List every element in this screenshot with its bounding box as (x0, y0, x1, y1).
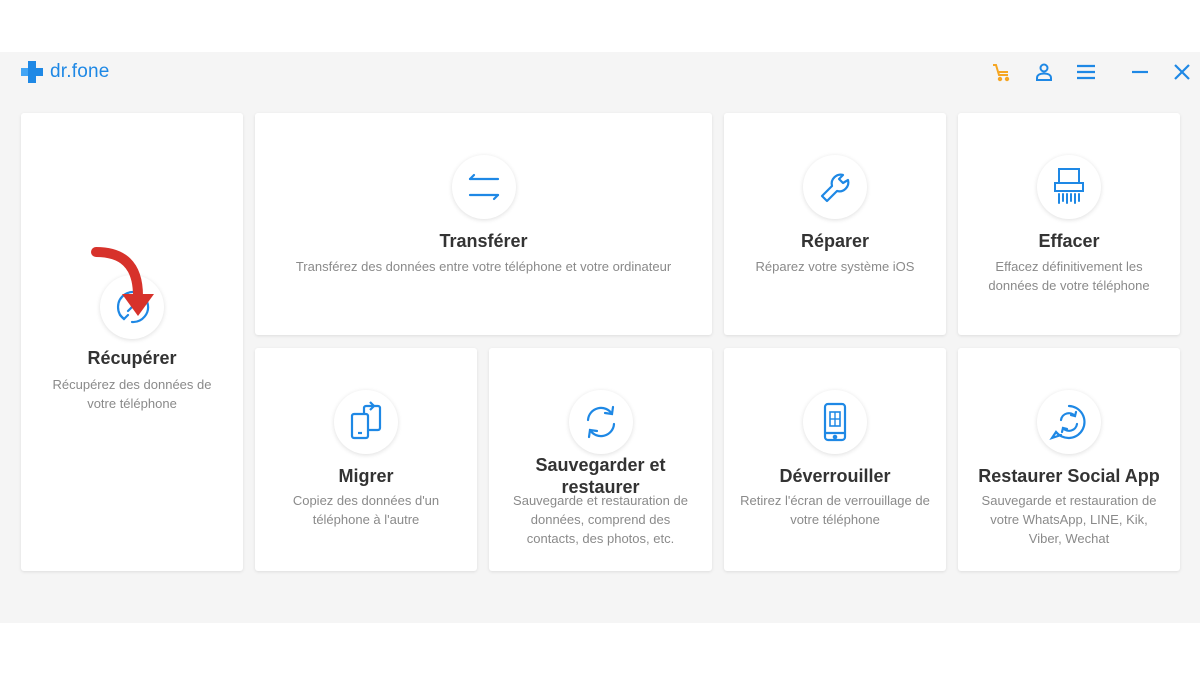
card-description: Réparez votre système iOS (755, 259, 915, 274)
card-transferer[interactable]: Transférer Transférez des données entre … (255, 113, 712, 335)
card-sauvegarder[interactable]: Sauvegarder et restaurer Sauvegarde et r… (489, 348, 712, 571)
card-effacer[interactable]: Effacer Effacez définitivement les donné… (958, 113, 1180, 335)
wrench-icon (803, 155, 867, 219)
card-title: Récupérer (87, 348, 177, 368)
phone-migrate-icon (334, 390, 398, 454)
app-logo: dr.fone (20, 60, 110, 84)
transfer-arrows-icon (451, 155, 516, 219)
card-migrer[interactable]: Migrer Copiez des données d'un téléphone… (255, 348, 477, 571)
user-icon[interactable] (1032, 60, 1056, 84)
card-deverrouiller[interactable]: Déverrouiller Retirez l'écran de verroui… (724, 348, 946, 571)
card-title: Effacer (1038, 231, 1100, 251)
card-description: Retirez l'écran de verrouillage de votre… (740, 493, 930, 527)
app-name: dr.fone (50, 61, 110, 82)
card-description: Sauvegarde et restauration de votre What… (981, 493, 1157, 546)
minimize-icon[interactable] (1128, 60, 1152, 84)
card-title: Migrer (338, 466, 394, 486)
card-social-app[interactable]: Restaurer Social App Sauvegarde et resta… (958, 348, 1180, 571)
card-description: Copiez des données d'un téléphone à l'au… (292, 493, 440, 527)
card-title: Réparer (800, 231, 870, 251)
card-description: Sauvegarde et restauration de données, c… (513, 493, 688, 546)
sync-icon (568, 390, 633, 454)
card-title: Déverrouiller (779, 466, 891, 486)
shredder-icon (1037, 155, 1101, 219)
close-icon[interactable] (1170, 60, 1194, 84)
drfone-plus-icon (21, 61, 43, 83)
card-description: Transférez des données entre votre télép… (295, 259, 672, 274)
card-recuperer[interactable]: Récupérer Récupérez des données de votre… (21, 113, 243, 571)
app-window: dr.fone Récupérer Récupérez des données … (0, 52, 1200, 623)
card-reparer[interactable]: Réparer Réparez votre système iOS (724, 113, 946, 335)
card-title: Restaurer Social App (978, 466, 1160, 486)
menu-icon[interactable] (1074, 60, 1098, 84)
red-arrow-icon (91, 247, 154, 316)
card-description: Effacez définitivement les données de vo… (988, 259, 1150, 293)
card-description: Récupérez des données de votre téléphone (52, 377, 212, 411)
card-title: Transférer (439, 231, 528, 251)
chat-sync-icon (1037, 390, 1101, 454)
cart-icon[interactable] (990, 60, 1014, 84)
phone-unlock-icon (803, 390, 867, 454)
